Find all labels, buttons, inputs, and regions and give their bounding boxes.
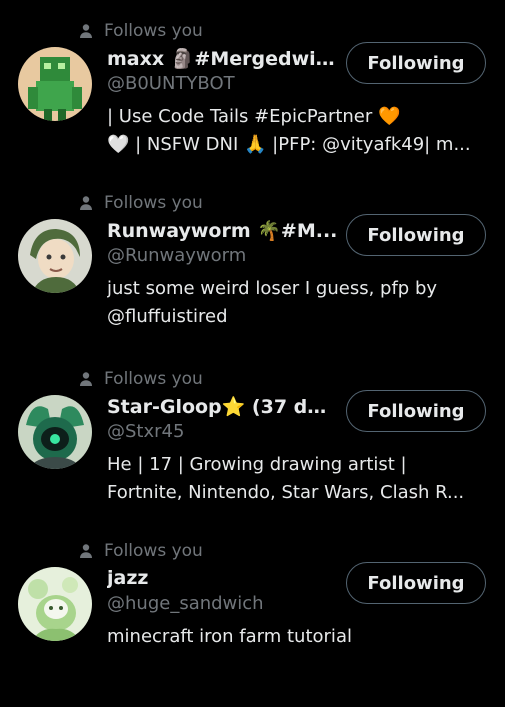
avatar[interactable] [18, 395, 92, 469]
bio-line: Fortnite, Nintendo, Star Wars, Clash R..… [107, 482, 465, 503]
bio: minecraft iron farm tutorial [107, 623, 497, 651]
follows-you-indicator: Follows you [78, 537, 203, 565]
following-list: Follows you maxx 🗿#Mergedwit... @B0UNTYB… [0, 0, 505, 680]
bio-line: minecraft iron farm tutorial [107, 626, 352, 647]
user-cell[interactable]: Follows you maxx 🗿#Mergedwit... @B0UNTYB… [0, 17, 505, 187]
follows-you-label: Follows you [104, 21, 203, 41]
avatar[interactable] [18, 47, 92, 121]
username: @huge_sandwich [107, 593, 264, 614]
bio-line: | Use Code Tails #EpicPartner 🧡 [107, 106, 401, 127]
following-button[interactable]: Following [346, 562, 486, 604]
bio-line: @fluffuistired [107, 306, 228, 327]
avatar-image [18, 567, 92, 641]
follows-you-indicator: Follows you [78, 17, 203, 45]
bio: He | 17 | Growing drawing artist | Fortn… [107, 451, 497, 507]
bio-line: 🤍 | NSFW DNI 🙏 |PFP: @vityafk49| m... [107, 134, 471, 155]
username: @Stxr45 [107, 421, 185, 442]
following-button[interactable]: Following [346, 390, 486, 432]
user-cell[interactable]: Follows you Star-Gloop⭐ (37 da... @Stxr4… [0, 365, 505, 535]
following-button[interactable]: Following [346, 214, 486, 256]
bio-line: He | 17 | Growing drawing artist | [107, 454, 407, 475]
person-icon [80, 372, 92, 386]
follows-you-indicator: Follows you [78, 365, 203, 393]
display-name[interactable]: Runwayworm 🌴#M... [107, 219, 339, 242]
bio-line: just some weird loser I guess, pfp by [107, 278, 438, 299]
following-button[interactable]: Following [346, 42, 486, 84]
follows-you-label: Follows you [104, 541, 203, 561]
avatar-image [18, 219, 92, 293]
follows-you-label: Follows you [104, 369, 203, 389]
avatar-image [18, 395, 92, 469]
avatar[interactable] [18, 567, 92, 641]
display-name[interactable]: Star-Gloop⭐ (37 da... [107, 395, 339, 418]
username: @Runwayworm [107, 245, 247, 266]
bio: just some weird loser I guess, pfp by @f… [107, 275, 497, 331]
follows-you-indicator: Follows you [78, 189, 203, 217]
avatar-image [18, 47, 92, 121]
display-name[interactable]: maxx 🗿#Mergedwit... [107, 47, 339, 70]
follows-you-label: Follows you [104, 193, 203, 213]
display-name[interactable]: jazz [107, 567, 339, 589]
avatar[interactable] [18, 219, 92, 293]
person-icon [80, 24, 92, 38]
user-cell[interactable]: Follows you Runwayworm 🌴#M... @Runwaywor… [0, 189, 505, 359]
user-cell[interactable]: Follows you jazz @huge_sandwich minecraf… [0, 537, 505, 707]
bio: | Use Code Tails #EpicPartner 🧡 🤍 | NSFW… [107, 103, 497, 159]
person-icon [80, 196, 92, 210]
person-icon [80, 544, 92, 558]
username: @B0UNTYBOT [107, 73, 235, 94]
